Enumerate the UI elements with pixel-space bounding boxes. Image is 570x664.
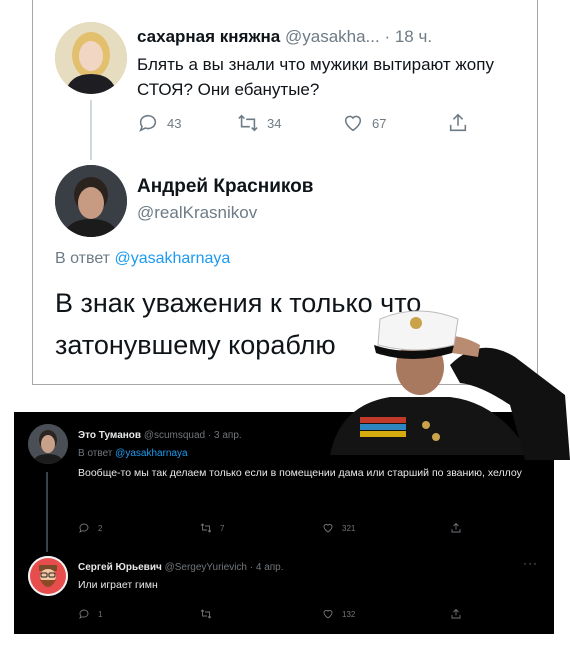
reply-button[interactable]: 2	[78, 522, 102, 534]
retweet-icon	[200, 523, 212, 533]
reply-count: 2	[98, 523, 103, 533]
dark-tweet2-meta[interactable]: @SergeyYurievich · 4 апр.	[165, 562, 284, 573]
share-icon	[449, 113, 467, 132]
tweet1-handle[interactable]: @yasakha...	[285, 27, 380, 46]
retweet-icon	[200, 609, 212, 619]
share-button[interactable]	[450, 522, 462, 534]
retweet-count: 7	[220, 523, 225, 533]
share-icon	[451, 608, 461, 619]
share-button[interactable]	[447, 112, 469, 134]
more-icon[interactable]: ···	[523, 556, 538, 570]
retweet-button[interactable]: 7	[200, 522, 224, 534]
dark-tweet1-meta[interactable]: @scumsquad · 3 апр.	[144, 430, 242, 441]
dark-tweet2-header: Сергей Юрьевич @SergeyYurievich · 4 апр.	[78, 562, 284, 573]
tweet2-handle[interactable]: @realKrasnikov	[137, 203, 257, 223]
dark-tweet1-text: Вообще-то мы так делаем только если в по…	[78, 467, 522, 479]
reply-icon	[139, 114, 157, 132]
like-count: 67	[372, 115, 387, 131]
like-icon	[323, 523, 333, 533]
thread-line	[46, 472, 48, 552]
tweet2-author-name[interactable]: Андрей Красников	[137, 176, 313, 198]
dark-tweet1-reply-to: В ответ @yasakharnaya	[78, 448, 188, 459]
tweet1-time[interactable]: · 18 ч.	[384, 27, 432, 46]
reply-icon	[79, 609, 89, 619]
like-button[interactable]: 67	[342, 112, 386, 134]
saluting-officer-image	[330, 305, 570, 460]
reply-icon	[79, 523, 89, 533]
tweet1-actions: 43 34 67	[137, 112, 517, 136]
tweet1-header: сахарная княжна @yasakha... · 18 ч.	[137, 27, 432, 47]
reply-handle-link[interactable]: @yasakharnaya	[114, 250, 230, 267]
reply-count: 1	[98, 609, 103, 619]
reply-button[interactable]: 43	[137, 112, 181, 134]
dark-tweet1-header: Это Туманов @scumsquad · 3 апр.	[78, 430, 242, 441]
retweet-button[interactable]	[200, 608, 220, 620]
retweet-count: 34	[267, 115, 282, 131]
dark-tweet1-actions: 2 7 321	[78, 522, 528, 536]
share-button[interactable]	[450, 608, 462, 620]
dark-tweet2-actions: 1 132	[78, 608, 528, 622]
reply-prefix: В ответ	[78, 448, 113, 459]
avatar-krasnikov[interactable]	[55, 165, 127, 237]
dark-tweet2-text: Или играет гимн	[78, 579, 158, 591]
like-button[interactable]: 321	[322, 522, 355, 534]
reply-handle-link[interactable]: @yasakharnaya	[115, 448, 187, 459]
tweet1-text: Блять а вы знали что мужики вытирают жоп…	[137, 55, 494, 99]
reply-count: 43	[167, 115, 182, 131]
retweet-icon	[238, 114, 258, 132]
share-icon	[451, 522, 461, 533]
thread-line	[90, 100, 92, 160]
tweet2-reply-to: В ответ @yasakharnaya	[55, 250, 230, 268]
dark-tweet2-author-name[interactable]: Сергей Юрьевич	[78, 562, 162, 573]
avatar-tumanov[interactable]	[28, 424, 68, 464]
like-count: 132	[342, 609, 356, 619]
reply-button[interactable]: 1	[78, 608, 102, 620]
like-icon	[323, 609, 333, 619]
tweet1-author-name[interactable]: сахарная княжна	[137, 27, 280, 46]
dark-tweet1-author-name[interactable]: Это Туманов	[78, 430, 141, 441]
avatar-sergey[interactable]	[28, 556, 68, 596]
reply-prefix: В ответ	[55, 250, 111, 267]
like-count: 321	[342, 523, 356, 533]
retweet-button[interactable]: 34	[237, 112, 281, 134]
like-icon	[344, 115, 362, 132]
avatar-sugar-princess[interactable]	[55, 22, 127, 94]
like-button[interactable]: 132	[322, 608, 355, 620]
